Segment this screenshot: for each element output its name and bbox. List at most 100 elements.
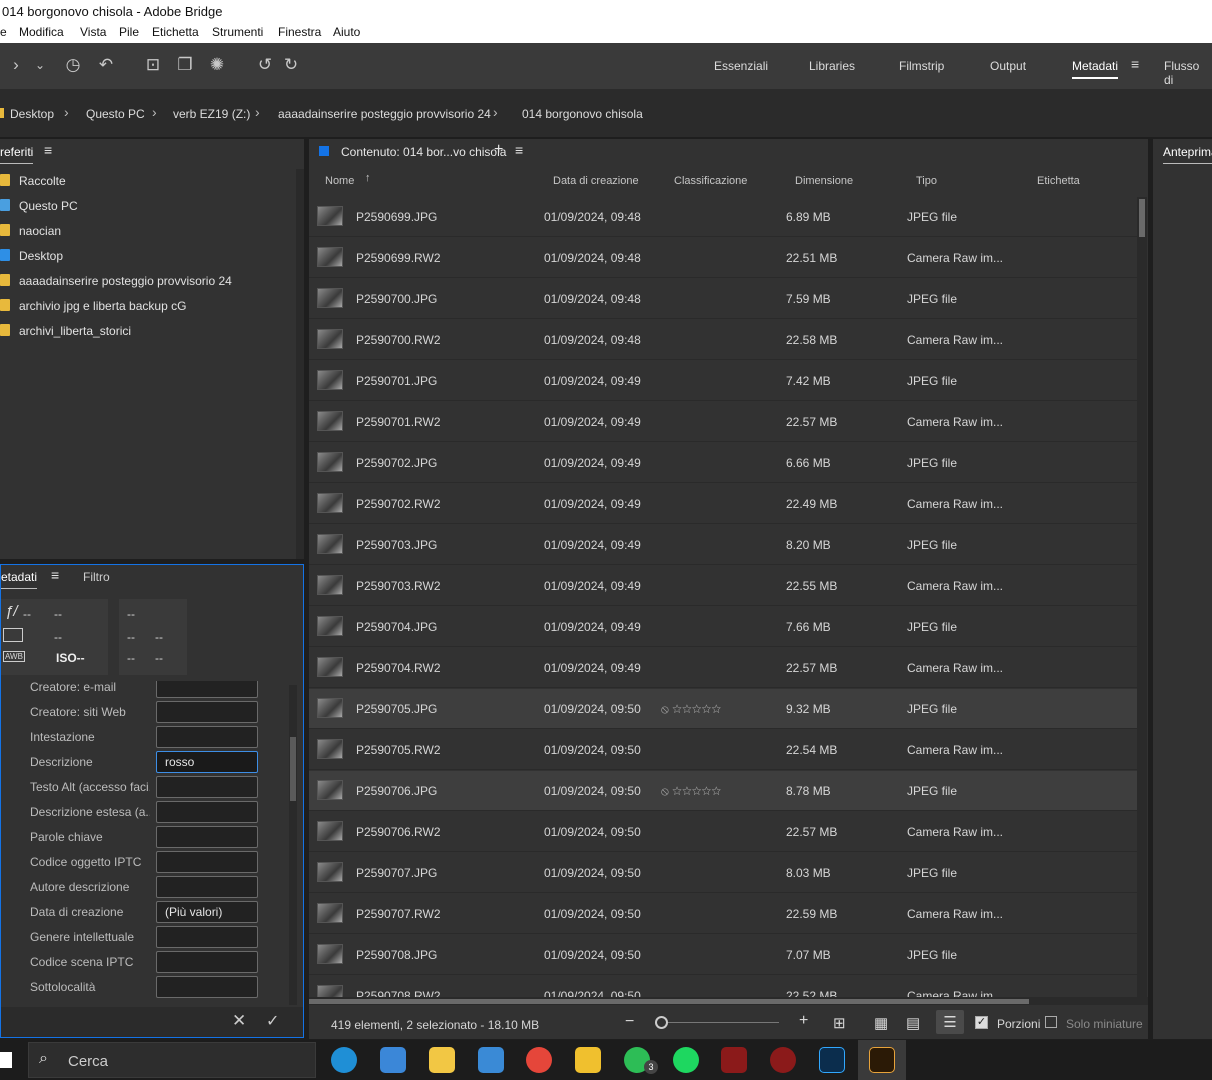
file-row[interactable]: P2590699.RW2 01/09/2024, 09:48 22.51 MB Cam… xyxy=(309,238,1137,278)
favorite-item[interactable]: archivi_liberta_storici xyxy=(0,319,296,344)
rating-stars[interactable]: ⦸ ☆☆☆☆☆ xyxy=(661,702,721,717)
field-input[interactable] xyxy=(156,681,258,698)
file-row[interactable]: P2590700.JPG 01/09/2024, 09:48 7.59 MB JPEG… xyxy=(309,279,1137,319)
file-row[interactable]: P2590702.RW2 01/09/2024, 09:49 22.49 MB Cam… xyxy=(309,484,1137,524)
thumbnail-view-icon[interactable]: ▦ xyxy=(874,1014,888,1032)
favorite-item[interactable]: archivio jpg e liberta backup cG xyxy=(0,294,296,319)
field-input[interactable] xyxy=(156,826,258,848)
favorites-scrollbar[interactable] xyxy=(296,169,304,559)
col-tipo[interactable]: Tipo xyxy=(916,175,937,187)
field-input[interactable] xyxy=(156,926,258,948)
file-row[interactable]: P2590705.JPG 01/09/2024, 09:50 ⦸ ☆☆☆☆☆ 9.32… xyxy=(309,689,1137,729)
gpu-tweak-2-icon[interactable] xyxy=(770,1047,796,1073)
col-data[interactable]: Data di creazione xyxy=(553,175,639,187)
zoom-out-icon[interactable]: − xyxy=(625,1013,634,1031)
workspace-flusso[interactable]: Flusso di xyxy=(1164,59,1212,87)
crumb-current[interactable]: 014 borgonovo chisola xyxy=(522,107,643,121)
field-input[interactable] xyxy=(156,851,258,873)
tab-filtro[interactable]: Filtro xyxy=(83,570,110,584)
favorites-tab[interactable]: referiti xyxy=(0,145,34,164)
workspace-essenziali[interactable]: Essenziali xyxy=(714,59,768,73)
favorite-item[interactable]: Questo PC xyxy=(0,194,296,219)
panel-menu-icon[interactable]: ≡ xyxy=(51,567,59,583)
file-row[interactable]: P2590699.JPG 01/09/2024, 09:48 6.89 MB JPEG… xyxy=(309,197,1137,237)
porzioni-checkbox[interactable]: ✓ xyxy=(975,1016,988,1029)
file-row[interactable]: P2590701.RW2 01/09/2024, 09:49 22.57 MB Cam… xyxy=(309,402,1137,442)
file-row[interactable]: P2590701.JPG 01/09/2024, 09:49 7.42 MB JPEG… xyxy=(309,361,1137,401)
file-row[interactable]: P2590704.JPG 01/09/2024, 09:49 7.66 MB JPEG… xyxy=(309,607,1137,647)
apply-icon[interactable]: ✓ xyxy=(266,1011,279,1031)
crumb-drive[interactable]: verb EZ19 (Z:) xyxy=(173,107,250,121)
file-row[interactable]: P2590706.RW2 01/09/2024, 09:50 22.57 MB Cam… xyxy=(309,812,1137,852)
metadata-scrollbar[interactable] xyxy=(289,685,297,1005)
file-row[interactable]: P2590708.JPG 01/09/2024, 09:50 7.07 MB JPEG… xyxy=(309,935,1137,975)
forward-icon[interactable]: › xyxy=(6,53,26,77)
menu-item[interactable]: Pile xyxy=(119,25,139,39)
col-classificazione[interactable]: Classificazione xyxy=(674,175,747,187)
content-title[interactable]: Contenuto: 014 bor...vo chisola xyxy=(341,145,506,159)
field-input[interactable] xyxy=(156,776,258,798)
favorite-item[interactable]: Desktop xyxy=(0,244,296,269)
zoom-in-icon[interactable]: + xyxy=(799,1012,808,1030)
menu-item[interactable]: Etichetta xyxy=(152,25,199,39)
file-row[interactable]: P2590703.JPG 01/09/2024, 09:49 8.20 MB JPEG… xyxy=(309,525,1137,565)
file-row[interactable]: P2590707.RW2 01/09/2024, 09:50 22.59 MB Cam… xyxy=(309,894,1137,934)
file-row[interactable]: P2590706.JPG 01/09/2024, 09:50 ⦸ ☆☆☆☆☆ 8.78… xyxy=(309,771,1137,811)
outlook-icon[interactable] xyxy=(575,1047,601,1073)
col-nome[interactable]: Nome xyxy=(325,175,354,187)
zoom-slider-thumb[interactable] xyxy=(655,1016,668,1029)
bridge-task[interactable] xyxy=(858,1040,906,1080)
tab-metadati[interactable]: etadati xyxy=(1,570,38,589)
edge-icon[interactable] xyxy=(331,1047,357,1073)
field-input[interactable]: (Più valori) xyxy=(156,901,258,923)
menu-item[interactable]: Strumenti xyxy=(212,25,263,39)
menu-item[interactable]: Modifica xyxy=(19,25,64,39)
add-tab-icon[interactable]: + xyxy=(494,141,503,159)
panel-menu-icon[interactable]: ≡ xyxy=(515,142,523,158)
crumb-questo-pc[interactable]: Questo PC xyxy=(86,107,145,121)
tab-anteprima[interactable]: Anteprima xyxy=(1163,145,1212,164)
list-view-icon[interactable]: ☰ xyxy=(936,1010,964,1034)
field-input[interactable] xyxy=(156,876,258,898)
workspace-metadati[interactable]: Metadati xyxy=(1072,59,1119,79)
field-input[interactable] xyxy=(156,976,258,998)
photoshop-icon[interactable] xyxy=(819,1047,845,1073)
rotate-right-icon[interactable]: ↻ xyxy=(280,53,302,77)
sort-up-icon[interactable]: ↑ xyxy=(365,172,371,184)
field-input[interactable]: rosso xyxy=(156,751,258,773)
rotate-left-icon[interactable]: ↺ xyxy=(254,53,276,77)
cancel-icon[interactable]: ✕ xyxy=(232,1011,246,1031)
detail-view-icon[interactable]: ▤ xyxy=(906,1014,920,1032)
col-dimensione[interactable]: Dimensione xyxy=(795,175,853,187)
chevron-down-icon[interactable]: ⌄ xyxy=(30,53,50,77)
zoom-slider[interactable] xyxy=(655,1022,779,1023)
menu-item[interactable]: Aiuto xyxy=(333,25,360,39)
spotify-icon[interactable] xyxy=(673,1047,699,1073)
windows-start-icon[interactable] xyxy=(0,1052,12,1068)
panel-menu-icon[interactable]: ≡ xyxy=(44,142,52,158)
col-etichetta[interactable]: Etichetta xyxy=(1037,175,1080,187)
menu-item[interactable]: e xyxy=(0,25,7,39)
field-input[interactable] xyxy=(156,951,258,973)
crumb-folder[interactable]: aaaadainserire posteggio provvisorio 24 xyxy=(278,107,491,121)
workspace-output[interactable]: Output xyxy=(990,59,1026,73)
menu-item[interactable]: Finestra xyxy=(278,25,321,39)
file-row[interactable]: P2590703.RW2 01/09/2024, 09:49 22.55 MB Cam… xyxy=(309,566,1137,606)
file-row[interactable]: P2590705.RW2 01/09/2024, 09:50 22.54 MB Cam… xyxy=(309,730,1137,770)
workspace-filmstrip[interactable]: Filmstrip xyxy=(899,59,944,73)
explorer-icon[interactable] xyxy=(429,1047,455,1073)
camera-icon[interactable]: ⊡ xyxy=(142,53,164,77)
chrome-icon[interactable] xyxy=(526,1047,552,1073)
file-row[interactable]: P2590700.RW2 01/09/2024, 09:48 22.58 MB Cam… xyxy=(309,320,1137,360)
file-row[interactable]: P2590707.JPG 01/09/2024, 09:50 8.03 MB JPEG… xyxy=(309,853,1137,893)
field-input[interactable] xyxy=(156,801,258,823)
favorite-item[interactable]: aaaadainserire posteggio provvisorio 24 xyxy=(0,269,296,294)
gpu-tweak-icon[interactable] xyxy=(721,1047,747,1073)
menu-item[interactable]: Vista xyxy=(80,25,106,39)
search-box[interactable]: ⌕ Cerca xyxy=(28,1042,316,1078)
workspace-libraries[interactable]: Libraries xyxy=(809,59,855,73)
boomerang-icon[interactable]: ↶ xyxy=(96,53,116,77)
refine-icon[interactable]: ✺ xyxy=(206,53,228,77)
workspace-menu-icon[interactable]: ≡ xyxy=(1131,56,1139,72)
crumb-desktop[interactable]: Desktop xyxy=(10,107,54,121)
